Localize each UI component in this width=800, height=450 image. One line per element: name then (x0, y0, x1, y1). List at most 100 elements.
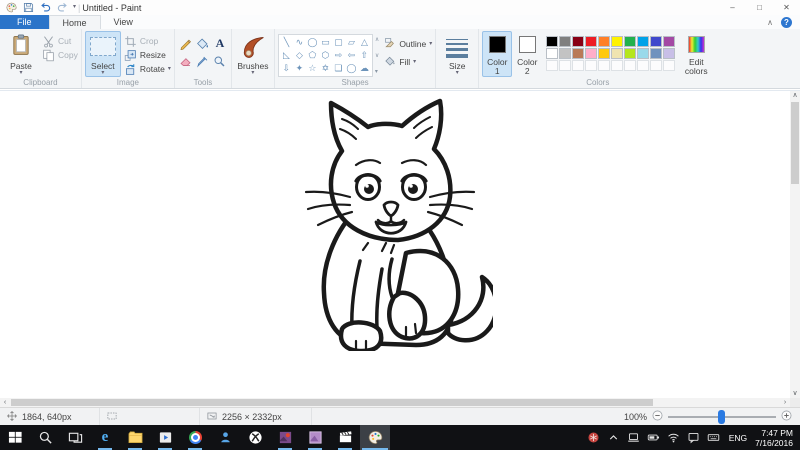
palette-swatch-empty[interactable] (546, 60, 558, 71)
undo-button[interactable] (39, 2, 51, 14)
text-tool[interactable]: A (212, 35, 228, 52)
maximize-button[interactable]: □ (746, 0, 773, 15)
horizontal-scrollbar[interactable]: ‹ › (0, 398, 790, 407)
shape-down-arrow[interactable]: ⇩ (280, 62, 293, 75)
resize-button[interactable]: Resize (124, 49, 171, 61)
taskbar-photos[interactable] (270, 425, 300, 450)
paste-button[interactable]: Paste ▾ (3, 31, 39, 77)
palette-swatch[interactable] (611, 48, 623, 59)
palette-swatch[interactable] (546, 48, 558, 59)
taskbar-person-app[interactable] (210, 425, 240, 450)
tab-home[interactable]: Home (49, 15, 101, 29)
edit-colors-button[interactable]: Edit colors (679, 31, 713, 77)
ribbon-collapse-icon[interactable]: ∧ (767, 18, 773, 27)
palette-swatch[interactable] (611, 36, 623, 47)
zoom-in-button[interactable] (781, 410, 792, 423)
cut-button[interactable]: Cut (42, 35, 78, 47)
scroll-left-arrow[interactable]: ‹ (0, 398, 10, 407)
palette-swatch[interactable] (546, 36, 558, 47)
fill-button[interactable]: Fill ▾ (384, 55, 432, 69)
shape-five-point-star[interactable]: ☆ (306, 62, 319, 75)
taskbar-clock[interactable]: 7:47 PM 7/16/2016 (755, 428, 793, 448)
shape-four-point-star[interactable]: ✦ (293, 62, 306, 75)
canvas[interactable]: ∧ ∨ ‹ › (0, 90, 800, 407)
vertical-scrollbar[interactable]: ∧ ∨ (790, 91, 800, 398)
palette-swatch[interactable] (663, 36, 675, 47)
outline-button[interactable]: Outline ▾ (384, 37, 432, 51)
palette-swatch[interactable] (559, 36, 571, 47)
rotate-button[interactable]: Rotate ▾ (124, 63, 171, 75)
palette-swatch[interactable] (650, 36, 662, 47)
zoom-slider-thumb[interactable] (718, 410, 725, 424)
battery-icon[interactable] (647, 431, 661, 445)
color-picker-tool[interactable] (195, 53, 211, 70)
action-center-icon[interactable] (687, 431, 701, 445)
palette-swatch[interactable] (585, 48, 597, 59)
language-indicator[interactable]: ENG (727, 433, 749, 443)
shapes-scroll-up[interactable]: ∧ (375, 36, 379, 43)
shape-up-arrow[interactable]: ⇧ (358, 49, 371, 62)
palette-swatch[interactable] (624, 48, 636, 59)
palette-swatch-empty[interactable] (650, 60, 662, 71)
scroll-down-arrow[interactable]: ∨ (790, 389, 800, 398)
shape-right-triangle[interactable]: ◺ (280, 49, 293, 62)
scroll-right-arrow[interactable]: › (780, 398, 790, 407)
shape-rounded-callout[interactable]: ❏ (332, 62, 345, 75)
palette-swatch[interactable] (585, 36, 597, 47)
brushes-button[interactable]: Brushes ▾ (235, 31, 271, 77)
palette-swatch-empty[interactable] (572, 60, 584, 71)
taskbar-task-view[interactable] (60, 425, 90, 450)
color2-button[interactable]: Color 2 (512, 31, 542, 77)
shapes-scroll-down[interactable]: ∨ (375, 52, 379, 59)
palette-swatch-empty[interactable] (559, 60, 571, 71)
tab-view[interactable]: View (101, 15, 146, 29)
taskbar-edge[interactable]: e (90, 425, 120, 450)
horizontal-scroll-thumb[interactable] (11, 399, 653, 406)
shape-right-arrow[interactable]: ⇨ (332, 49, 345, 62)
shape-triangle[interactable]: △ (358, 36, 371, 49)
magnifier-tool[interactable] (212, 53, 228, 70)
palette-swatch-empty[interactable] (663, 60, 675, 71)
palette-swatch[interactable] (598, 48, 610, 59)
shapes-scroll-more[interactable]: ▾ (375, 68, 379, 75)
taskbar-start[interactable] (0, 425, 30, 450)
copy-button[interactable]: Copy (42, 49, 78, 61)
pencil-tool[interactable] (178, 35, 194, 52)
taskbar-photo-editor[interactable] (300, 425, 330, 450)
palette-swatch[interactable] (572, 36, 584, 47)
shape-line[interactable]: ╲ (280, 36, 293, 49)
shape-cloud-callout[interactable]: ☁ (358, 62, 371, 75)
minimize-button[interactable]: – (719, 0, 746, 15)
select-button[interactable]: Select ▾ (85, 31, 121, 77)
close-button[interactable]: ✕ (773, 0, 800, 15)
save-button[interactable] (22, 2, 34, 14)
taskbar-paint[interactable] (360, 425, 390, 450)
palette-swatch[interactable] (572, 48, 584, 59)
palette-swatch-empty[interactable] (624, 60, 636, 71)
palette-swatch[interactable] (637, 36, 649, 47)
taskbar-file-explorer[interactable] (120, 425, 150, 450)
color1-button[interactable]: Color 1 (482, 31, 512, 77)
redo-button[interactable] (56, 2, 68, 14)
palette-swatch[interactable] (598, 36, 610, 47)
shape-oval-callout[interactable]: ◯ (345, 62, 358, 75)
shape-hexagon[interactable]: ⬡ (319, 49, 332, 62)
zoom-slider[interactable] (668, 416, 776, 418)
scroll-up-arrow[interactable]: ∧ (790, 91, 800, 100)
shape-six-point-star[interactable]: ✡ (319, 62, 332, 75)
taskbar-movie-maker[interactable] (330, 425, 360, 450)
shape-rounded-rectangle[interactable]: ▢ (332, 36, 345, 49)
crop-button[interactable]: Crop (124, 35, 171, 47)
fill-bucket-tool[interactable] (195, 35, 211, 52)
zoom-out-button[interactable] (652, 410, 663, 423)
palette-swatch[interactable] (559, 48, 571, 59)
size-button[interactable]: Size ▾ (439, 31, 475, 77)
taskbar-search[interactable] (30, 425, 60, 450)
shape-left-arrow[interactable]: ⇦ (345, 49, 358, 62)
palette-swatch[interactable] (663, 48, 675, 59)
shape-oval[interactable]: ◯ (306, 36, 319, 49)
taskbar-xbox[interactable] (240, 425, 270, 450)
taskbar-movies-tv[interactable] (150, 425, 180, 450)
shape-rectangle[interactable]: ▭ (319, 36, 332, 49)
palette-swatch[interactable] (650, 48, 662, 59)
